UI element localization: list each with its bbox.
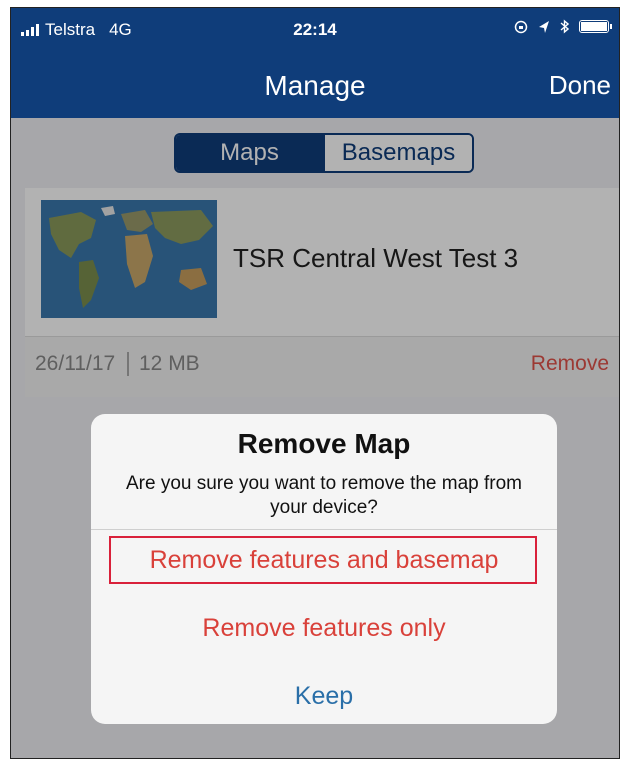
battery-icon (579, 20, 612, 33)
status-bar: Telstra 4G 22:14 (11, 8, 619, 50)
status-icons (514, 19, 612, 34)
page-title: Manage (264, 70, 366, 101)
orientation-lock-icon (514, 20, 528, 33)
remove-features-only-button[interactable]: Remove features only (91, 606, 557, 650)
remove-map-alert: Remove Map Are you sure you want to remo… (91, 414, 557, 724)
alert-divider (91, 529, 557, 530)
screenshot-frame: Telstra 4G 22:14 Manage Done Maps Basema… (10, 7, 620, 759)
highlight-box (109, 536, 537, 584)
alert-message: Are you sure you want to remove the map … (125, 473, 522, 518)
location-arrow-icon (539, 20, 549, 33)
alert-title: Remove Map (237, 428, 411, 459)
navigation-bar: Manage Done (11, 50, 619, 118)
done-button[interactable]: Done (549, 70, 611, 101)
keep-button[interactable]: Keep (91, 674, 557, 718)
bluetooth-icon (560, 19, 569, 34)
